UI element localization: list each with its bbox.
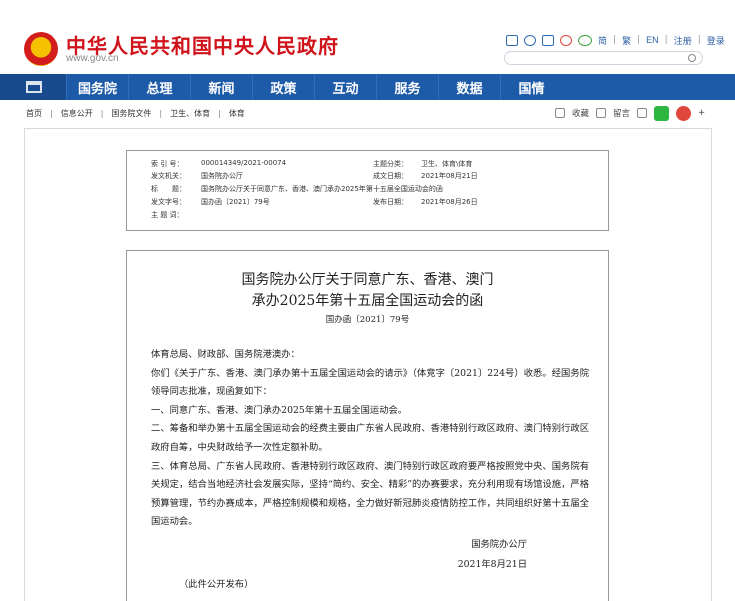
category: 卫生、体育\体育 [421,160,473,168]
meta-label: 发布日期： [373,198,408,206]
tiananmen-icon [26,81,42,93]
separator: | [637,35,641,45]
wechat-icon[interactable] [578,34,592,46]
paragraph: 你们《关于广东、香港、澳门承办第十五届全国运动会的请示》（体竞字〔2021〕22… [151,367,589,398]
separator: | [613,35,617,45]
breadcrumb-separator: | [218,108,221,118]
national-emblem-logo[interactable] [24,32,58,66]
mail-icon[interactable] [506,34,518,46]
pen-icon[interactable] [596,108,607,118]
meta-label: 成文日期： [373,172,408,180]
separator: | [664,35,668,45]
breadcrumb-health-sports[interactable]: 卫生、体育 [170,108,210,119]
meta-row: 主 题 词： [127,210,608,222]
top-toolbar: 简 | 繁 | EN | 注册 | 登录 [506,34,725,46]
paragraph: 二、筹备和举办第十五届全国运动会的经费主要由广东省人民政府、香港特别行政区政府、… [151,423,589,453]
meta-label: 主 题 词： [151,211,184,219]
meta-row: 发文机关： 国务院办公厅 成文日期： 2021年08月21日 [127,171,608,183]
document-body-box: 国务院办公厅关于同意广东、香港、澳门 承办2025年第十五届全国运动会的函 国办… [126,250,609,601]
meta-label: 发文机关： [151,172,186,180]
meta-row: 标 题： 国务院办公厅关于同意广东、香港、澳门承办2025年第十五届全国运动会的… [127,184,608,196]
lang-traditional-link[interactable]: 繁 [622,34,631,47]
breadcrumb-home[interactable]: 首页 [26,108,42,119]
nav-item-state-council[interactable]: 国务院 [66,74,128,100]
nav-item-policy[interactable]: 政策 [252,74,314,100]
wechat-share-icon[interactable] [654,105,670,121]
mobile-icon[interactable] [542,34,554,46]
lang-simplified-link[interactable]: 简 [598,34,607,47]
paragraph: 一、同意广东、香港、澳门承办2025年第十五届全国运动会。 [151,404,408,416]
rss-icon[interactable] [524,34,536,46]
main-nav: 国务院 总理 新闻 政策 互动 服务 数据 国情 [0,74,735,100]
search-input[interactable] [504,51,703,65]
site-header: 中华人民共和国中央人民政府 www.gov.cn 简 | 繁 | EN | 注册… [0,0,735,74]
breadcrumb-separator: | [50,108,53,118]
weibo-icon[interactable] [560,34,572,46]
paragraph: 三、体育总局、广东省人民政府、香港特别行政区政府、澳门特别行政区政府要严格按照党… [151,460,589,528]
lang-english-link[interactable]: EN [646,35,659,45]
written-date: 2021年08月21日 [421,172,478,180]
nav-item-premier[interactable]: 总理 [128,74,190,100]
meta-label: 标 题： [151,185,186,193]
meta-label: 主题分类： [373,160,408,168]
site-domain: www.gov.cn [66,53,119,64]
nav-item-interaction[interactable]: 互动 [314,74,376,100]
favorite-button[interactable]: 收藏 [572,107,589,119]
breadcrumb-sports[interactable]: 体育 [229,108,245,119]
document-meta-table: 索 引 号： 000014349/2021-00074 主题分类： 卫生、体育\… [126,150,609,231]
document-number: 国办函〔2021〕79号 [325,315,410,325]
nav-home-logo[interactable] [0,74,66,100]
register-link[interactable]: 注册 [674,34,692,47]
more-share-button[interactable]: + [698,108,705,118]
publish-note: （此件公开发布） [179,579,254,590]
breadcrumb: 首页 | 信息公开 | 国务院文件 | 卫生、体育 | 体育 [26,106,245,120]
nav-item-services[interactable]: 服务 [376,74,438,100]
share-icon[interactable] [637,108,648,118]
issuer: 国务院办公厅 [201,172,243,180]
share-bar: 收藏 留言 + [555,105,705,121]
document-title-line: 承办2025年第十五届全国运动会的函 [251,293,484,309]
document-title-line: 国务院办公厅关于同意广东、香港、澳门 [241,272,494,288]
meta-label: 索 引 号： [151,160,184,168]
document-number: 国办函〔2021〕79号 [201,198,270,206]
nav-item-data[interactable]: 数据 [438,74,500,100]
breadcrumb-separator: | [159,108,163,118]
signing-date: 2021年8月21日 [457,559,527,570]
comment-button[interactable]: 留言 [613,107,630,119]
addressee: 体育总局、财政部、国务院港澳办： [151,349,300,360]
nav-item-national-info[interactable]: 国情 [500,74,562,100]
signer: 国务院办公厅 [471,539,527,550]
breadcrumb-state-council-docs[interactable]: 国务院文件 [111,108,151,119]
index-number: 000014349/2021-00074 [201,159,287,167]
meta-row: 索 引 号： 000014349/2021-00074 主题分类： 卫生、体育\… [127,159,608,171]
search-icon[interactable] [688,54,696,62]
publish-date: 2021年08月26日 [421,198,478,206]
meta-label: 发文字号： [151,198,186,206]
breadcrumb-info-disclosure[interactable]: 信息公开 [61,108,93,119]
document-title: 国务院办公厅关于同意广东、香港、澳门 承办2025年第十五届全国运动会的函 [127,270,608,312]
meta-title: 国务院办公厅关于同意广东、香港、澳门承办2025年第十五届全国运动会的函 [201,185,443,193]
document-text: 体育总局、财政部、国务院港澳办： 你们《关于广东、香港、澳门承办第十五届全国运动… [151,346,589,532]
breadcrumb-separator: | [100,108,104,118]
separator: | [697,35,701,45]
weibo-share-icon[interactable] [676,105,692,121]
meta-row: 发文字号： 国办函〔2021〕79号 发布日期： 2021年08月26日 [127,197,608,209]
nav-item-news[interactable]: 新闻 [190,74,252,100]
login-link[interactable]: 登录 [707,34,725,47]
star-icon[interactable] [555,108,565,118]
